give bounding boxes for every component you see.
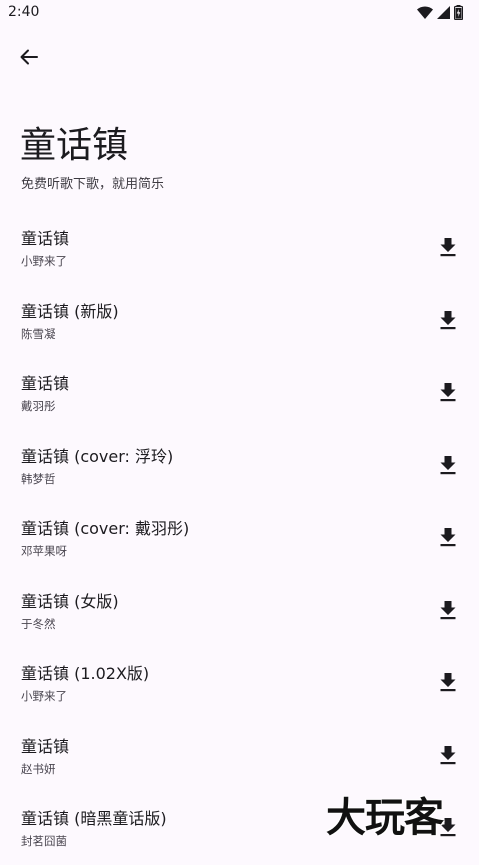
song-list-item[interactable]: 童话镇 (cover: 浮玲) 韩梦哲: [0, 430, 479, 503]
song-title: 童话镇 (暗黑童话版): [21, 809, 167, 828]
status-icons: [417, 4, 463, 20]
download-button[interactable]: [433, 305, 463, 335]
download-icon: [440, 673, 456, 692]
song-artist: 陈雪凝: [21, 326, 56, 341]
song-list-item[interactable]: 童话镇 (1.02X版) 小野来了: [0, 647, 479, 720]
download-icon: [440, 745, 456, 764]
song-list-item[interactable]: 童话镇 小野来了: [0, 212, 479, 285]
download-button[interactable]: [433, 232, 463, 262]
song-artist: 小野来了: [21, 689, 67, 703]
song-title: 童话镇 (1.02X版): [21, 664, 150, 683]
download-icon: [440, 383, 456, 402]
download-icon: [440, 528, 456, 547]
song-title: 童话镇 (新版): [21, 301, 119, 321]
song-title: 童话镇: [21, 736, 70, 756]
song-list: 童话镇 小野来了 童话镇 (新版) 陈雪凝 童话镇 戴羽彤 童话镇 (cover…: [0, 212, 479, 865]
download-button[interactable]: [433, 522, 463, 552]
song-list-item[interactable]: 童话镇 (女版) 于冬然: [0, 575, 479, 648]
download-button[interactable]: [433, 667, 463, 697]
song-title: 童话镇: [21, 229, 70, 248]
download-button[interactable]: [433, 595, 463, 625]
song-artist: 邓苹果呀: [21, 544, 67, 558]
status-bar: 2:40: [0, 0, 479, 24]
song-list-item[interactable]: 童话镇 (cover: 戴羽彤) 邓苹果呀: [0, 502, 479, 575]
song-title: 童话镇: [21, 374, 70, 393]
signal-icon: [437, 5, 450, 19]
song-list-item[interactable]: 童话镇 戴羽彤: [0, 357, 479, 430]
song-artist: 小野来了: [21, 254, 67, 268]
page-subtitle: 免费听歌下歌，就用简乐: [21, 177, 165, 192]
song-list-item[interactable]: 童话镇 (新版) 陈雪凝: [0, 285, 479, 358]
song-artist: 于冬然: [21, 616, 56, 631]
download-icon: [440, 455, 456, 474]
song-title: 童话镇 (cover: 浮玲): [21, 446, 174, 466]
battery-icon: [454, 4, 463, 20]
song-title: 童话镇 (cover: 戴羽彤): [21, 519, 190, 538]
watermark-logo: 大玩客: [326, 795, 444, 841]
song-title: 童话镇 (女版): [21, 591, 119, 611]
wifi-icon: [417, 5, 433, 19]
download-button[interactable]: [433, 740, 463, 770]
download-icon: [440, 600, 456, 619]
song-artist: 赵书妍: [21, 761, 56, 776]
song-artist: 韩梦哲: [21, 471, 56, 486]
song-artist: 戴羽彤: [21, 399, 56, 413]
song-artist: 封茗囧菌: [21, 834, 67, 848]
page-title: 童话镇: [20, 125, 129, 166]
download-button[interactable]: [433, 377, 463, 407]
status-time: 2:40: [8, 4, 40, 20]
download-button[interactable]: [433, 450, 463, 480]
back-button[interactable]: [10, 40, 48, 78]
song-list-item[interactable]: 童话镇 赵书妍: [0, 720, 479, 793]
download-icon: [440, 310, 456, 329]
arrow-left-icon: [19, 47, 39, 71]
download-icon: [440, 238, 456, 257]
